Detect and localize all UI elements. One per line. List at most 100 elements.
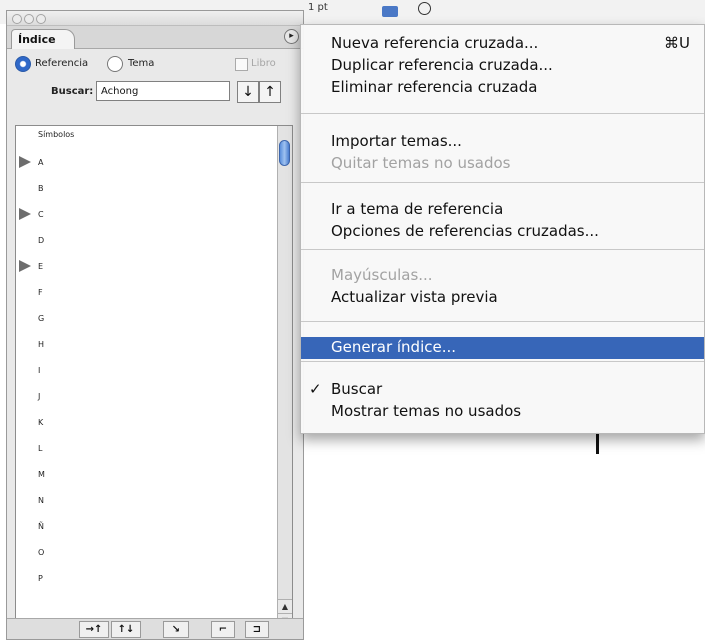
radio-tema[interactable] <box>107 56 123 72</box>
list-item-label: I <box>38 366 41 375</box>
menu-item-mayusculas: Mayúsculas... <box>301 265 704 287</box>
palette-bottom-bar: →↑ ↑↓ ↘ ⌐ ⊐ <box>7 618 303 639</box>
menu-item-label: Nueva referencia cruzada... <box>331 34 539 52</box>
checkbox-libro-label: Libro <box>251 58 276 69</box>
disclosure-triangle-icon[interactable] <box>19 156 31 168</box>
menu-separator <box>301 182 704 183</box>
list-item-label: Ñ <box>38 522 44 531</box>
search-previous-button[interactable]: ↑ <box>259 81 281 103</box>
palette-tab-row: Índice ▸ <box>7 26 303 49</box>
checkmark-icon: ✓ <box>309 380 322 398</box>
menu-item-label: Actualizar vista previa <box>331 288 498 306</box>
list-item[interactable]: G <box>16 308 292 334</box>
list-item[interactable]: N <box>16 490 292 516</box>
menu-item-label: Ir a tema de referencia <box>331 200 504 218</box>
close-window-icon[interactable] <box>12 14 22 24</box>
list-item[interactable]: H <box>16 334 292 360</box>
list-item[interactable]: D <box>16 230 292 256</box>
list-item-label: G <box>38 314 45 323</box>
list-item-label: O <box>38 548 45 557</box>
list-item[interactable]: J <box>16 386 292 412</box>
refresh-icon[interactable] <box>418 2 431 15</box>
menu-item-label: Duplicar referencia cruzada... <box>331 56 553 74</box>
list-item[interactable]: Símbolos <box>16 126 292 152</box>
list-item[interactable]: E <box>16 256 292 282</box>
radio-referencia[interactable] <box>15 56 31 72</box>
list-item[interactable]: M <box>16 464 292 490</box>
menu-item-label: Generar índice... <box>331 338 457 356</box>
generate-icon[interactable]: ⊐ <box>245 621 269 638</box>
menu-item-label: Importar temas... <box>331 132 462 150</box>
list-scrollbar[interactable]: ▲ ▼ <box>277 126 292 628</box>
menu-item-opciones-de-referencias-cruzadas[interactable]: Opciones de referencias cruzadas... <box>301 221 704 243</box>
menu-separator <box>301 321 704 322</box>
menu-item-shortcut: ⌘U <box>664 34 690 52</box>
checkbox-libro[interactable] <box>235 58 248 71</box>
list-item[interactable]: I <box>16 360 292 386</box>
menu-separator <box>301 249 704 250</box>
list-item[interactable]: F <box>16 282 292 308</box>
list-item-label: C <box>38 210 44 219</box>
zoom-window-icon[interactable] <box>36 14 46 24</box>
dropdown-arrow-button[interactable] <box>382 6 398 17</box>
menu-separator <box>301 361 704 362</box>
delete-icon[interactable]: ⌐ <box>211 621 235 638</box>
list-item-label: N <box>38 496 44 505</box>
disclosure-triangle-icon[interactable] <box>19 260 31 272</box>
search-next-button[interactable]: ↓ <box>237 81 259 103</box>
list-item[interactable]: Ñ <box>16 516 292 542</box>
list-item-label: A <box>38 158 44 167</box>
new-entry-icon[interactable]: ↘ <box>163 621 189 638</box>
list-item-label: H <box>38 340 45 349</box>
list-item-label: L <box>38 444 43 453</box>
canvas-line-mark <box>596 432 599 454</box>
menu-item-eliminar-referencia-cruzada[interactable]: Eliminar referencia cruzada <box>301 77 704 99</box>
menu-item-label: Mostrar temas no usados <box>331 402 522 420</box>
menu-item-label: Opciones de referencias cruzadas... <box>331 222 599 240</box>
search-label: Buscar: <box>51 86 94 97</box>
menu-item-importar-temas[interactable]: Importar temas... <box>301 131 704 153</box>
list-item-label: K <box>38 418 44 427</box>
menu-item-label: Quitar temas no usados <box>331 154 511 172</box>
list-item[interactable]: O <box>16 542 292 568</box>
update-preview-icon[interactable]: ↑↓ <box>111 621 141 638</box>
menu-item-generar-indice[interactable]: Generar índice... <box>301 337 704 359</box>
go-to-selected-icon[interactable]: →↑ <box>79 621 109 638</box>
menu-item-nueva-referencia-cruzada[interactable]: Nueva referencia cruzada... ⌘U <box>301 33 704 55</box>
index-entry-list: Símbolos A B C D E F G H I J K L M N Ñ O P ▲ ▼ <box>15 125 293 629</box>
tab-index[interactable]: Índice <box>11 29 75 49</box>
list-item[interactable]: L <box>16 438 292 464</box>
palette-options-menu: Nueva referencia cruzada... ⌘U Duplicar re… <box>300 24 705 434</box>
radio-referencia-label: Referencia <box>35 58 89 69</box>
disclosure-triangle-icon[interactable] <box>19 208 31 220</box>
list-item[interactable]: P <box>16 568 292 594</box>
minimize-window-icon[interactable] <box>24 14 34 24</box>
list-item[interactable]: B <box>16 178 292 204</box>
menu-item-ir-a-tema-de-referencia[interactable]: Ir a tema de referencia <box>301 199 704 221</box>
list-item-label: D <box>38 236 45 245</box>
list-item-label: F <box>38 288 43 297</box>
palette-menu-icon[interactable]: ▸ <box>284 29 299 44</box>
palette-titlebar <box>7 11 303 26</box>
menu-item-quitar-temas-no-usados: Quitar temas no usados <box>301 153 704 175</box>
menu-item-buscar[interactable]: ✓ Buscar <box>301 379 704 401</box>
menu-item-label: Buscar <box>331 380 383 398</box>
list-item[interactable]: C <box>16 204 292 230</box>
stroke-size-label: 1 pt <box>308 2 328 13</box>
index-palette: Índice ▸ Referencia Tema Libro Buscar: ↓… <box>6 10 304 640</box>
scroll-thumb[interactable] <box>279 140 290 166</box>
mode-selector: Referencia Tema Libro <box>7 49 303 77</box>
search-row: Buscar: ↓ ↑ <box>7 77 303 107</box>
menu-item-label: Mayúsculas... <box>331 266 433 284</box>
menu-item-duplicar-referencia-cruzada[interactable]: Duplicar referencia cruzada... <box>301 55 704 77</box>
list-item[interactable]: A <box>16 152 292 178</box>
list-item[interactable]: K <box>16 412 292 438</box>
list-items-container: Símbolos A B C D E F G H I J K L M N Ñ O P <box>16 126 292 594</box>
search-input[interactable] <box>96 81 230 101</box>
menu-item-actualizar-vista-previa[interactable]: Actualizar vista previa <box>301 287 704 309</box>
menu-item-mostrar-temas-no-usados[interactable]: Mostrar temas no usados <box>301 401 704 423</box>
menu-item-label: Eliminar referencia cruzada <box>331 78 538 96</box>
scroll-up-arrow-icon[interactable]: ▲ <box>278 599 292 614</box>
menu-separator <box>301 113 704 114</box>
list-item-label: E <box>38 262 44 271</box>
